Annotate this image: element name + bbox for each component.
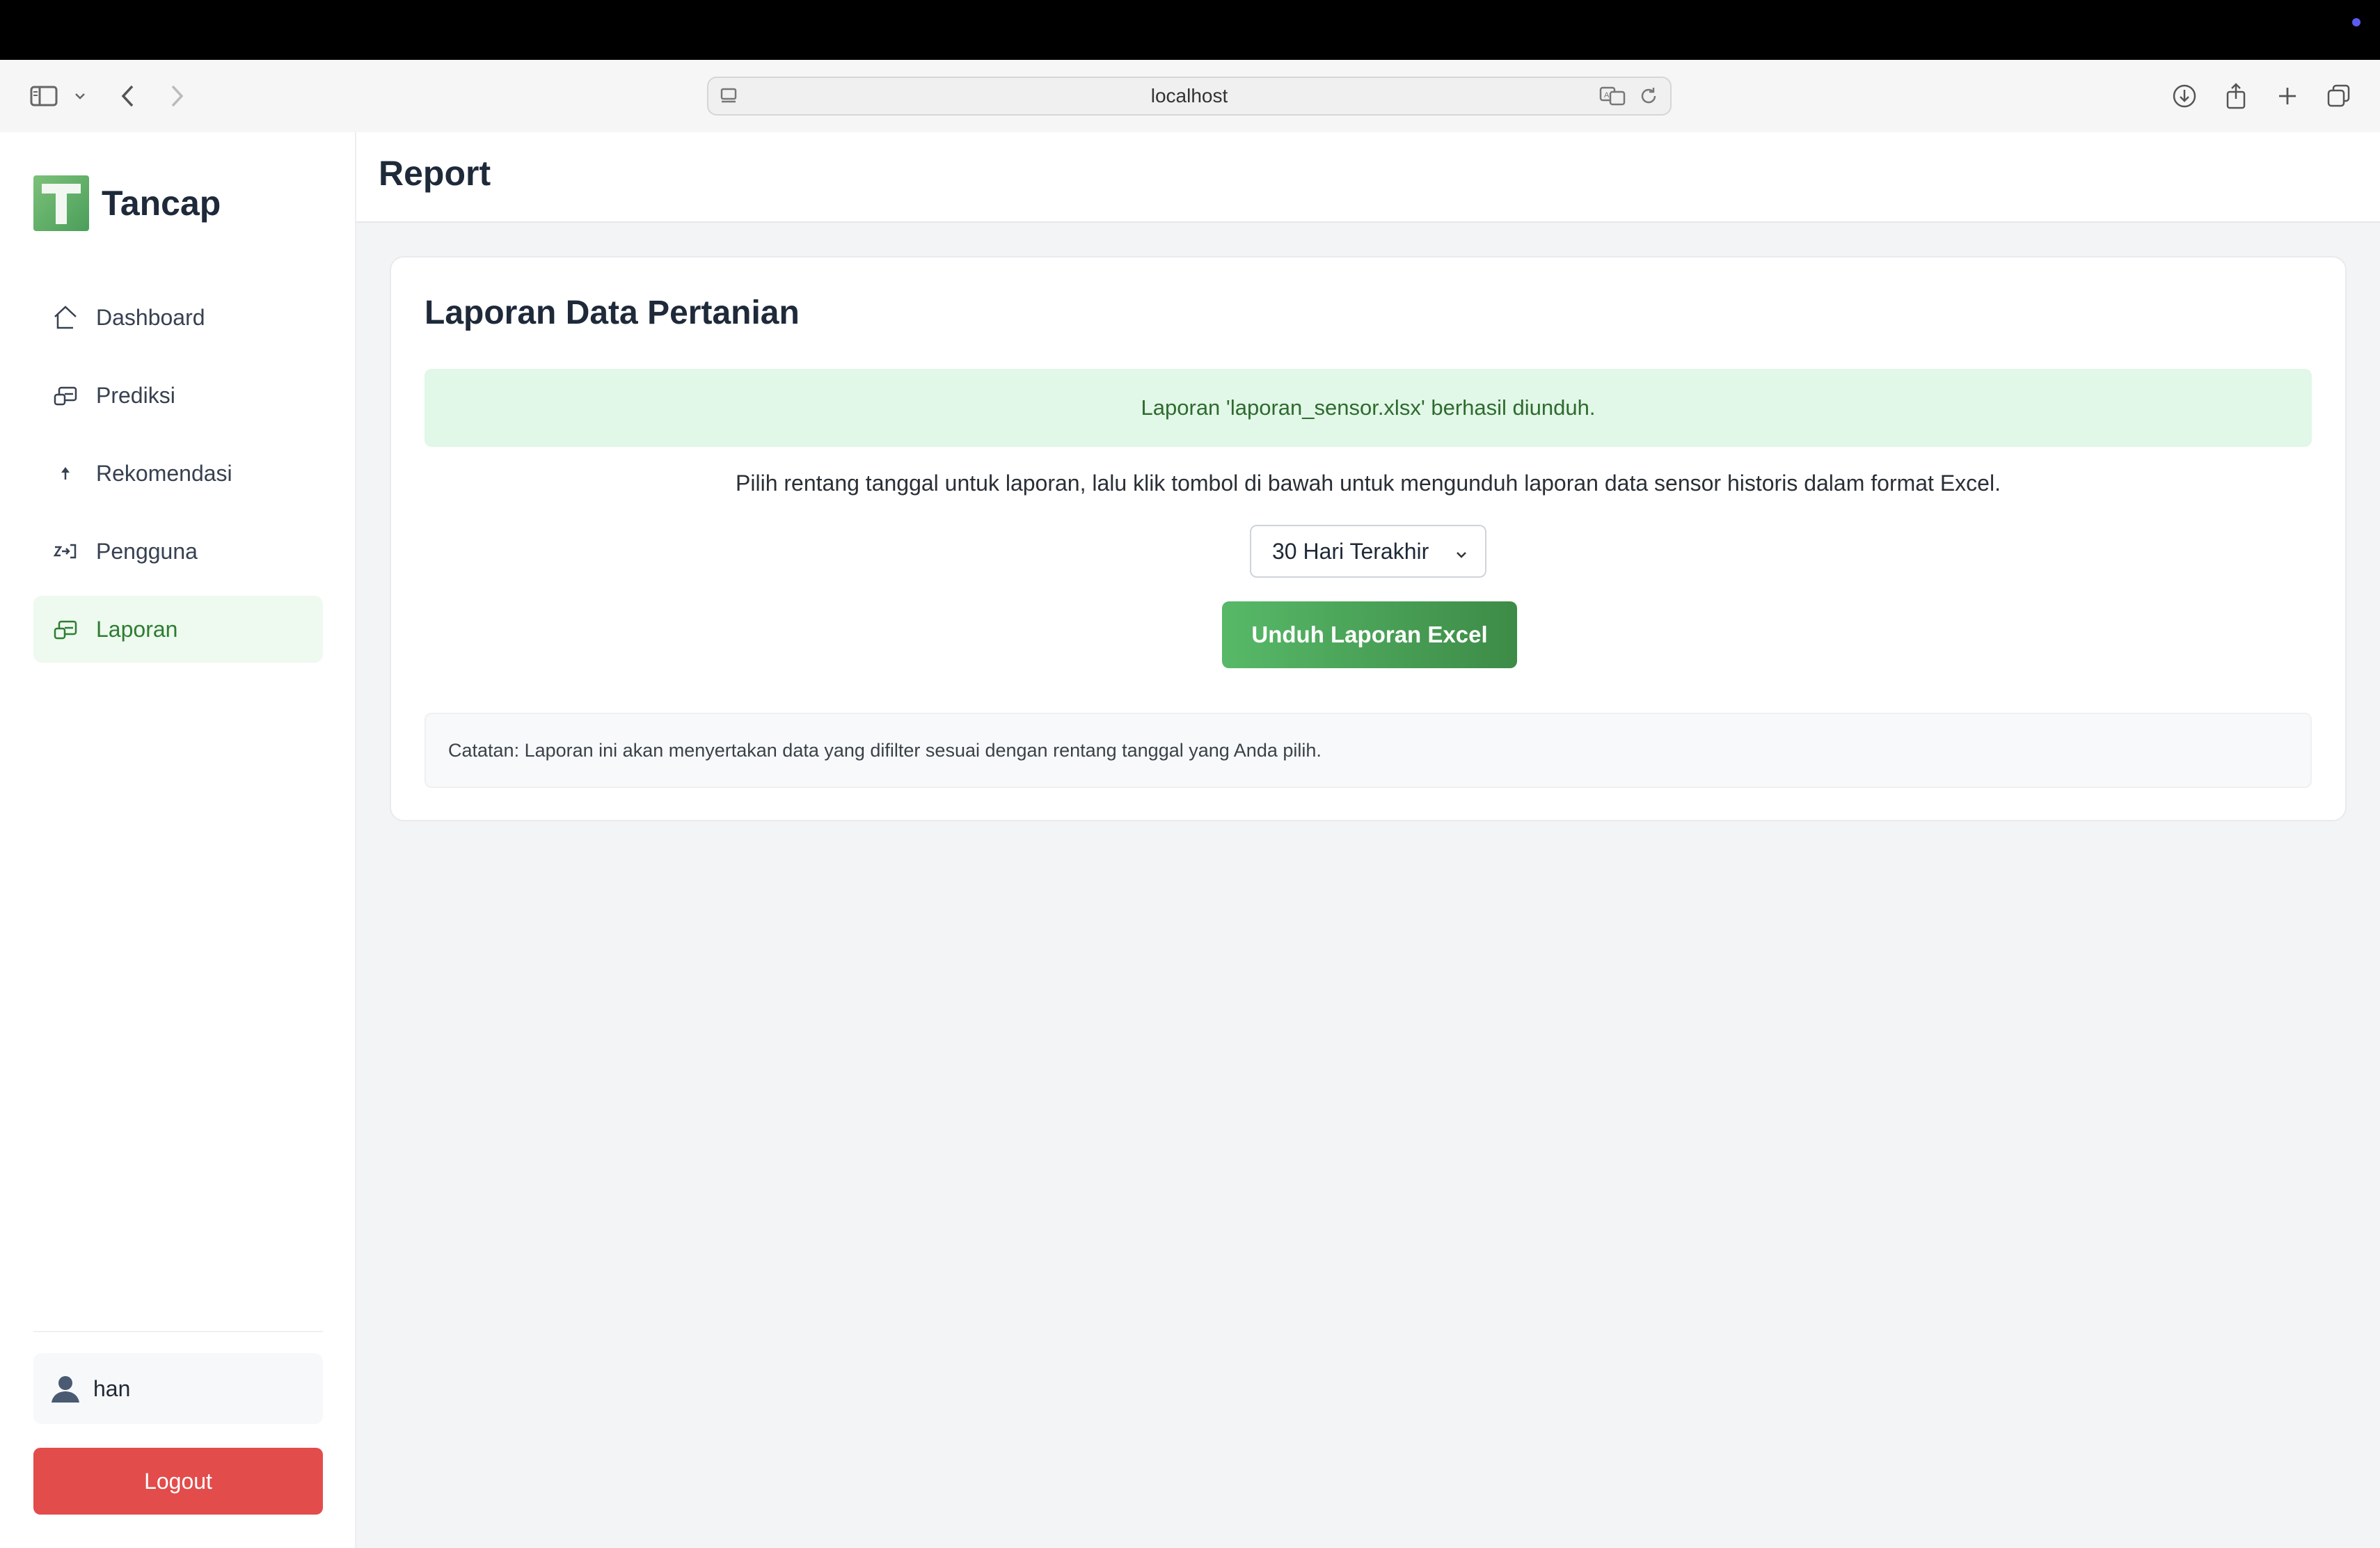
sidebar-item-dashboard[interactable]: Dashboard [33, 284, 323, 351]
note-box: Catatan: Laporan ini akan menyertakan da… [425, 713, 2312, 788]
share-icon[interactable] [2220, 60, 2252, 132]
logout-button[interactable]: Logout [33, 1448, 323, 1515]
home-icon [50, 302, 81, 333]
sidebar: Tancap Dashboard Prediksi Rekomendasi Pe… [0, 132, 356, 1548]
forward-icon[interactable] [164, 60, 189, 132]
chart-icon [50, 380, 81, 411]
sidebar-item-rekomendasi[interactable]: Rekomendasi [33, 440, 323, 507]
report-card: Laporan Data Pertanian Laporan 'laporan_… [390, 256, 2347, 821]
user-avatar-icon [50, 1373, 81, 1404]
user-name: han [93, 1375, 131, 1401]
report-description: Pilih rentang tanggal untuk laporan, lal… [736, 471, 2001, 496]
back-icon[interactable] [116, 60, 141, 132]
tab-overview-icon[interactable] [2323, 60, 2355, 132]
sidebar-divider [33, 1331, 323, 1332]
reload-icon[interactable] [1638, 86, 1659, 110]
sidebar-item-pengguna[interactable]: Pengguna [33, 518, 323, 585]
sidebar-nav: Dashboard Prediksi Rekomendasi Pengguna … [33, 284, 323, 674]
sidebar-item-label: Prediksi [96, 382, 175, 408]
sidebar-item-label: Pengguna [96, 538, 198, 564]
report-icon [50, 614, 81, 645]
status-dot [2352, 18, 2361, 26]
new-tab-icon[interactable] [2271, 60, 2303, 132]
card-title: Laporan Data Pertanian [425, 294, 800, 331]
chevron-down-icon[interactable] [70, 60, 90, 132]
svg-text:A: A [1604, 91, 1610, 100]
brand-name: Tancap [102, 184, 221, 223]
address-text: localhost [1150, 85, 1228, 106]
sidebar-toggle-icon[interactable] [26, 60, 61, 132]
sidebar-item-label: Laporan [96, 616, 178, 642]
pin-icon [50, 458, 81, 489]
success-alert: Laporan 'laporan_sensor.xlsx' berhasil d… [425, 369, 2312, 447]
user-profile[interactable]: han [33, 1353, 323, 1424]
page-header: Report [356, 132, 2380, 223]
download-icon[interactable] [2168, 60, 2200, 132]
users-icon [50, 536, 81, 567]
chevron-down-icon [1453, 543, 1470, 569]
translate-icon[interactable]: A [1599, 85, 1627, 111]
browser-toolbar: localhost A [0, 60, 2380, 134]
date-range-value: 30 Hari Terakhir [1272, 538, 1429, 564]
date-range-select[interactable]: 30 Hari Terakhir [1250, 525, 1486, 578]
download-excel-button[interactable]: Unduh Laporan Excel [1222, 601, 1517, 668]
logo-icon [33, 175, 89, 231]
address-bar[interactable]: localhost A [707, 77, 1672, 116]
page-title: Report [379, 154, 491, 193]
sidebar-item-label: Dashboard [96, 304, 205, 330]
system-top-bar [0, 0, 2380, 60]
alert-text: Laporan 'laporan_sensor.xlsx' berhasil d… [1141, 395, 1596, 420]
sidebar-item-label: Rekomendasi [96, 460, 232, 486]
note-text: Catatan: Laporan ini akan menyertakan da… [448, 739, 1322, 761]
sidebar-item-laporan[interactable]: Laporan [33, 596, 323, 663]
sidebar-item-prediksi[interactable]: Prediksi [33, 362, 323, 429]
brand[interactable]: Tancap [33, 175, 221, 231]
